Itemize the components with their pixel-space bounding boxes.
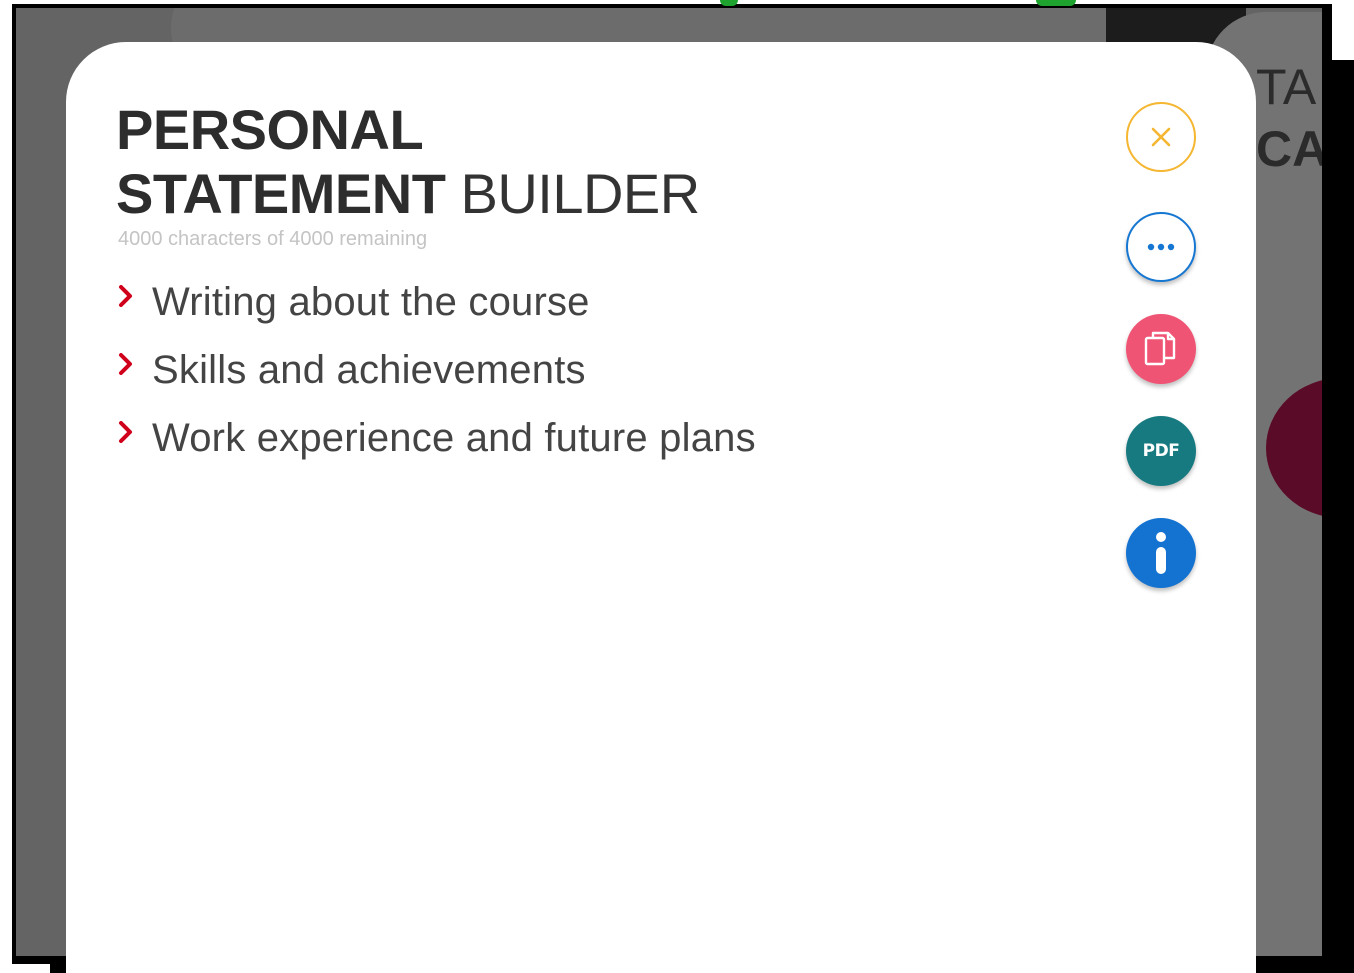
section-item-course[interactable]: Writing about the course [118,268,756,336]
background-heading-line1: TA [1256,59,1317,115]
copy-icon [1144,331,1176,366]
section-label: Work experience and future plans [152,415,756,460]
copy-button[interactable] [1126,314,1196,384]
background-green-mark [1036,0,1076,6]
title-line2-light: BUILDER [460,162,700,225]
background-heading-line2: CA [1256,121,1322,177]
section-label: Skills and achievements [152,347,586,392]
chevron-right-icon [118,351,152,381]
chevron-right-icon [118,419,152,449]
section-item-experience[interactable]: Work experience and future plans [118,404,756,472]
info-icon [1156,532,1166,574]
section-item-skills[interactable]: Skills and achievements [118,336,756,404]
pdf-button[interactable]: PDF [1126,416,1196,486]
close-icon [1151,127,1171,147]
title-line1: PERSONAL [116,98,424,161]
app-frame: TA CA PERSONAL STATEMENT BUILDER 4000 ch… [0,0,1354,973]
pdf-icon: PDF [1142,441,1180,461]
info-button[interactable] [1126,518,1196,588]
section-label: Writing about the course [152,279,590,324]
chevron-right-icon [118,283,152,313]
character-count: 4000 characters of 4000 remaining [118,228,428,250]
close-button[interactable] [1126,102,1196,172]
section-list: Writing about the course Skills and achi… [118,268,756,472]
more-icon [1147,243,1175,251]
personal-statement-modal: PERSONAL STATEMENT BUILDER 4000 characte… [66,42,1256,973]
more-options-button[interactable] [1126,212,1196,282]
title-line2-bold: STATEMENT [116,162,446,225]
modal-title: PERSONAL STATEMENT BUILDER [116,98,700,226]
background-heading: TA CA [1256,60,1322,176]
